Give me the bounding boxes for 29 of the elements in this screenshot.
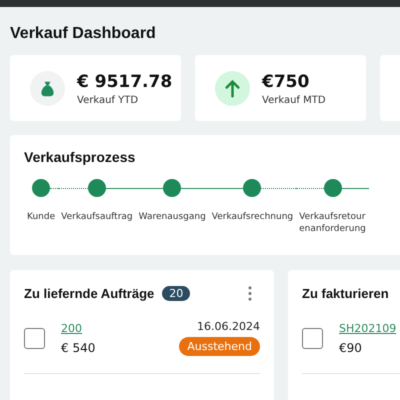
step-dot	[88, 179, 106, 197]
status-badge: Ausstehend	[179, 337, 260, 356]
step-dot	[32, 179, 50, 197]
amount: €90	[339, 340, 363, 354]
section-title: Verkaufsprozess	[24, 149, 136, 165]
step-dot	[243, 179, 262, 197]
card-title: Zu liefernde Aufträge	[24, 286, 154, 300]
step-label: Warenausgang	[138, 211, 207, 223]
kpi-value: € 9517.78	[77, 70, 172, 92]
amount: € 540	[61, 340, 96, 354]
date: 16.06.2024	[197, 320, 260, 333]
count-badge: 20	[162, 286, 190, 300]
card-title: Zu fakturieren	[302, 286, 389, 300]
order-link[interactable]: SH202109	[339, 322, 396, 334]
step-dot	[163, 179, 182, 197]
order-link[interactable]: 200	[61, 322, 96, 334]
checkbox[interactable]	[302, 328, 323, 348]
kpi-label: Verkauf YTD	[77, 94, 140, 106]
kpi-value: €750	[262, 70, 310, 92]
step-dot	[324, 179, 342, 197]
step-label: Kunde	[26, 211, 56, 223]
checkbox[interactable]	[24, 328, 45, 348]
step-label: Verkaufsretour enanforderung	[298, 211, 367, 235]
step-label: Verkaufsrechnung	[210, 211, 294, 223]
more-icon[interactable]	[248, 286, 252, 300]
money-bag-icon	[30, 70, 65, 106]
page-title: Verkauf Dashboard	[10, 24, 157, 44]
step-label: Verkaufsauftrag	[60, 211, 134, 223]
kpi-label: Verkauf MTD	[262, 94, 326, 106]
